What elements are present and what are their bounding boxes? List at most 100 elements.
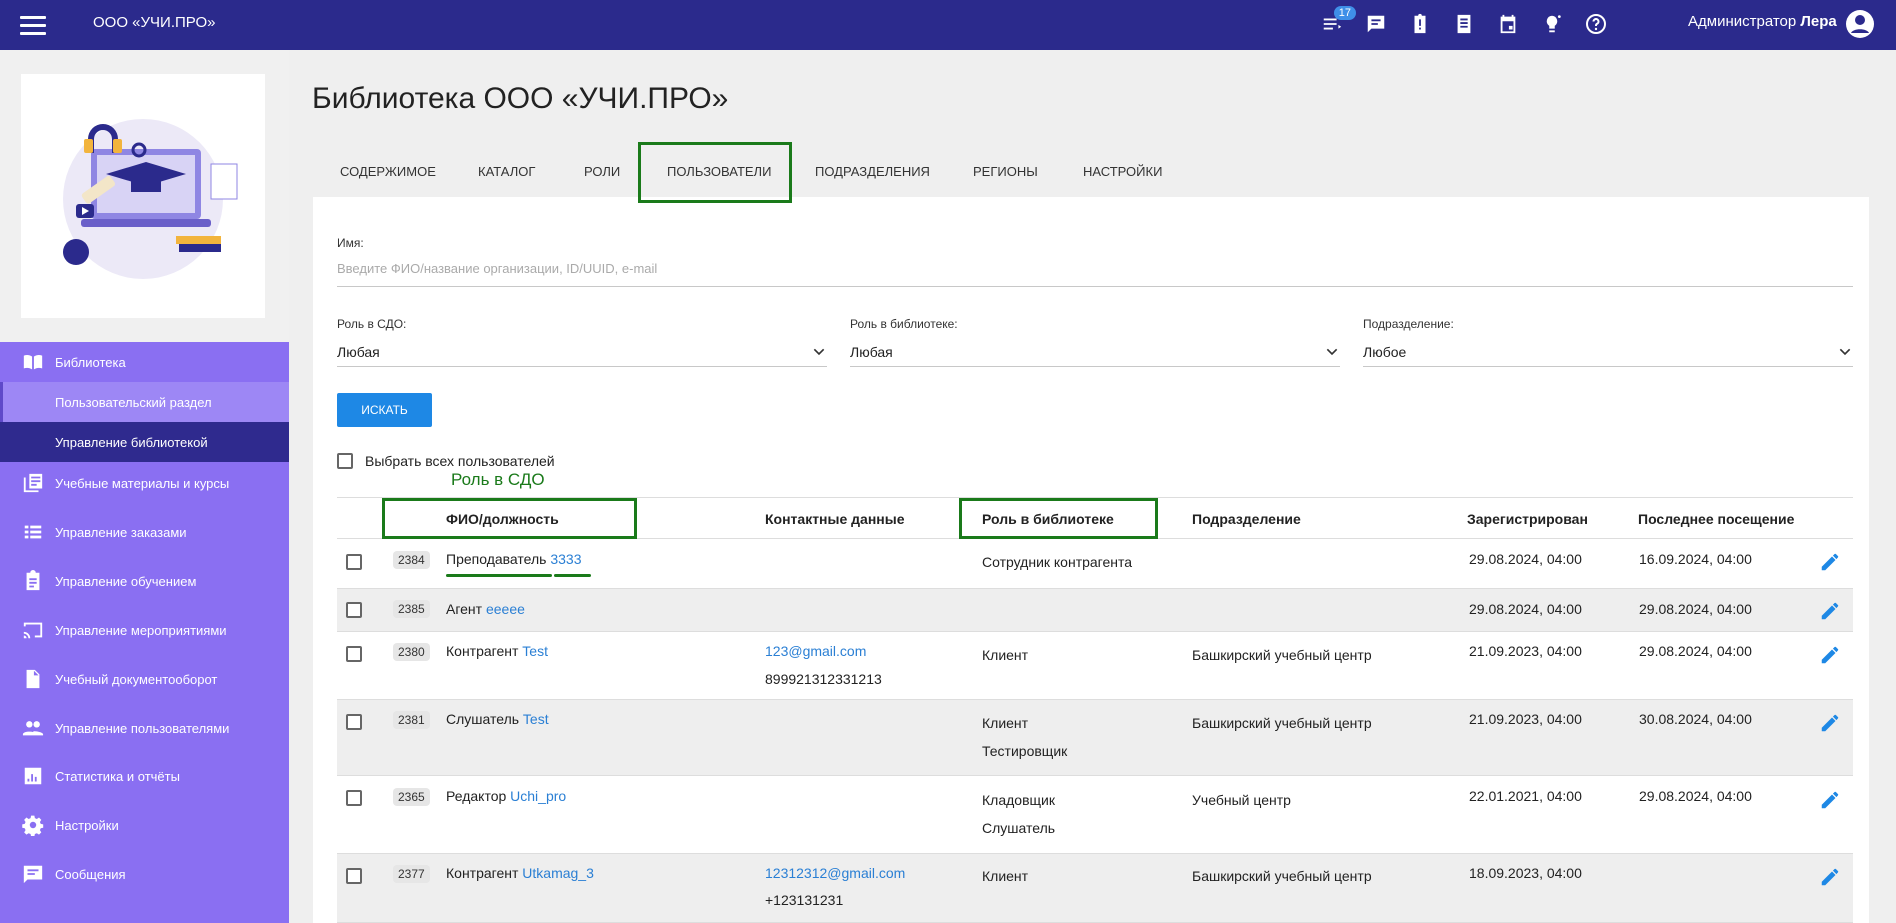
row-last-visit: 30.08.2024, 04:00	[1639, 711, 1752, 727]
sidebar-item-events[interactable]: Управление мероприятиями	[0, 610, 289, 650]
table-row[interactable]: 2380 Контрагент Test 123@gmail.com 89992…	[337, 632, 1853, 700]
row-registered: 29.08.2024, 04:00	[1469, 601, 1582, 617]
sidebar-item-library-management[interactable]: Управление библиотекой	[0, 422, 289, 462]
sidebar-item-messages[interactable]: Сообщения	[0, 854, 289, 894]
sidebar-item-label: Учебный документооборот	[55, 671, 218, 687]
user-label[interactable]: Администратор Лера	[1688, 13, 1837, 30]
row-role: Преподаватель	[446, 551, 547, 567]
row-phone: 899921312331213	[765, 671, 882, 687]
clipboard-alert-icon[interactable]	[1406, 10, 1434, 38]
sidebar-item-materials[interactable]: Учебные материалы и курсы	[0, 463, 289, 503]
row-registered: 29.08.2024, 04:00	[1469, 551, 1582, 567]
pencil-icon[interactable]	[1819, 712, 1841, 734]
user-role: Администратор	[1688, 13, 1797, 30]
row-name-link[interactable]: Test	[522, 643, 548, 659]
pencil-icon[interactable]	[1819, 600, 1841, 622]
row-lib-role: Клиент	[982, 868, 1029, 884]
row-lib-role-2: Слушатель	[982, 820, 1056, 836]
annotation-underline	[554, 574, 591, 577]
sidebar-item-orders[interactable]: Управление заказами	[0, 512, 289, 552]
division-select[interactable]: Любое	[1363, 337, 1853, 367]
row-checkbox[interactable]	[346, 646, 362, 662]
sidebar-item-settings[interactable]: Настройки	[0, 805, 289, 845]
sidebar-item-label: Сообщения	[55, 866, 126, 882]
sidebar-item-user-section[interactable]: Пользовательский раздел	[0, 382, 289, 422]
menu-icon[interactable]	[20, 13, 46, 37]
row-checkbox[interactable]	[346, 790, 362, 806]
row-checkbox[interactable]	[346, 714, 362, 730]
sidebar-item-training[interactable]: Управление обучением	[0, 561, 289, 601]
row-id: 2365	[393, 788, 430, 806]
table-row[interactable]: 2377 Контрагент Utkamag_3 12312312@gmail…	[337, 854, 1853, 923]
row-checkbox[interactable]	[346, 554, 362, 570]
tab-regions[interactable]: РЕГИОНЫ	[970, 164, 1041, 179]
pencil-icon[interactable]	[1819, 551, 1841, 573]
row-name-link[interactable]: eeeee	[486, 601, 525, 617]
chat-icon[interactable]	[1362, 10, 1390, 38]
calendar-icon[interactable]	[1494, 10, 1522, 38]
select-all-checkbox[interactable]	[337, 453, 353, 469]
row-id: 2381	[393, 711, 430, 729]
row-last-visit: 16.09.2024, 04:00	[1639, 551, 1752, 567]
sidebar-item-stats[interactable]: Статистика и отчёты	[0, 756, 289, 796]
row-registered: 21.09.2023, 04:00	[1469, 643, 1582, 659]
tab-settings[interactable]: НАСТРОЙКИ	[1080, 164, 1165, 179]
row-email[interactable]: 12312312@gmail.com	[765, 865, 905, 881]
row-name-link[interactable]: Utkamag_3	[522, 865, 594, 881]
pencil-icon[interactable]	[1819, 789, 1841, 811]
chevron-down-icon	[813, 348, 825, 355]
row-email[interactable]: 123@gmail.com	[765, 643, 866, 659]
row-role: Контрагент	[446, 865, 519, 881]
table-row[interactable]: 2365 Редактор Uchi_pro Кладовщик Слушате…	[337, 776, 1853, 854]
tab-content[interactable]: СОДЕРЖИМОЕ	[337, 164, 439, 179]
row-name-cell: Агент eeeee	[446, 601, 525, 617]
row-name-cell: Редактор Uchi_pro	[446, 788, 566, 804]
page-title: Библиотека ООО «УЧИ.ПРО»	[312, 82, 729, 115]
sidebar-item-users[interactable]: Управление пользователями	[0, 708, 289, 748]
name-search-input[interactable]: Введите ФИО/название организации, ID/UUI…	[337, 261, 1853, 287]
name-label: Имя:	[337, 236, 364, 250]
help-icon[interactable]	[1582, 10, 1610, 38]
row-name-link[interactable]: Uchi_pro	[510, 788, 566, 804]
header-last-visit: Последнее посещение	[1638, 511, 1795, 527]
pencil-icon[interactable]	[1819, 644, 1841, 666]
row-name-link[interactable]: Test	[523, 711, 549, 727]
sidebar-item-documents[interactable]: Учебный документооборот	[0, 659, 289, 699]
topbar-icons: 17	[1318, 6, 1610, 38]
table-row[interactable]: 2384 Преподаватель 3333 Сотрудник контра…	[337, 539, 1853, 589]
lib-role-label: Роль в библиотеке:	[850, 317, 958, 331]
table-row[interactable]: 2381 Слушатель Test Клиент Тестировщик Б…	[337, 700, 1853, 776]
lib-role-select[interactable]: Любая	[850, 337, 1340, 367]
row-registered: 21.09.2023, 04:00	[1469, 711, 1582, 727]
sdo-role-select[interactable]: Любая	[337, 337, 827, 367]
notes-icon[interactable]	[1450, 10, 1478, 38]
tab-roles[interactable]: РОЛИ	[581, 164, 623, 179]
row-checkbox[interactable]	[346, 868, 362, 884]
sidebar-item-label: Настройки	[55, 817, 119, 833]
list-icon	[21, 520, 45, 544]
search-button[interactable]: ИСКАТЬ	[337, 393, 432, 427]
tab-catalog[interactable]: КАТАЛОГ	[475, 164, 538, 179]
account-icon[interactable]	[1845, 9, 1875, 39]
sdo-role-value: Любая	[337, 343, 380, 360]
annotation-box-name	[382, 498, 637, 539]
row-id: 2385	[393, 600, 430, 618]
name-placeholder: Введите ФИО/название организации, ID/UUI…	[337, 261, 658, 276]
sidebar-item-label: Статистика и отчёты	[55, 768, 180, 784]
sidebar-item-library[interactable]: Библиотека	[0, 342, 289, 382]
header-registered: Зарегистрирован	[1467, 511, 1588, 527]
row-checkbox[interactable]	[346, 602, 362, 618]
list-icon[interactable]: 17	[1318, 6, 1356, 38]
row-division: Учебный центр	[1192, 792, 1291, 808]
table-row[interactable]: 2385 Агент eeeee 29.08.2024, 04:00 29.08…	[337, 589, 1853, 632]
lightbulb-icon[interactable]	[1538, 10, 1566, 38]
row-role: Редактор	[446, 788, 507, 804]
header-division: Подразделение	[1192, 511, 1301, 527]
select-all-label: Выбрать всех пользователей	[365, 453, 555, 469]
sidebar-item-label: Управление обучением	[55, 573, 197, 589]
pencil-icon[interactable]	[1819, 866, 1841, 888]
tab-divisions[interactable]: ПОДРАЗДЕЛЕНИЯ	[812, 164, 933, 179]
row-lib-role: Кладовщик	[982, 792, 1055, 808]
row-name-link[interactable]: 3333	[550, 551, 581, 567]
cast-icon	[21, 618, 45, 642]
